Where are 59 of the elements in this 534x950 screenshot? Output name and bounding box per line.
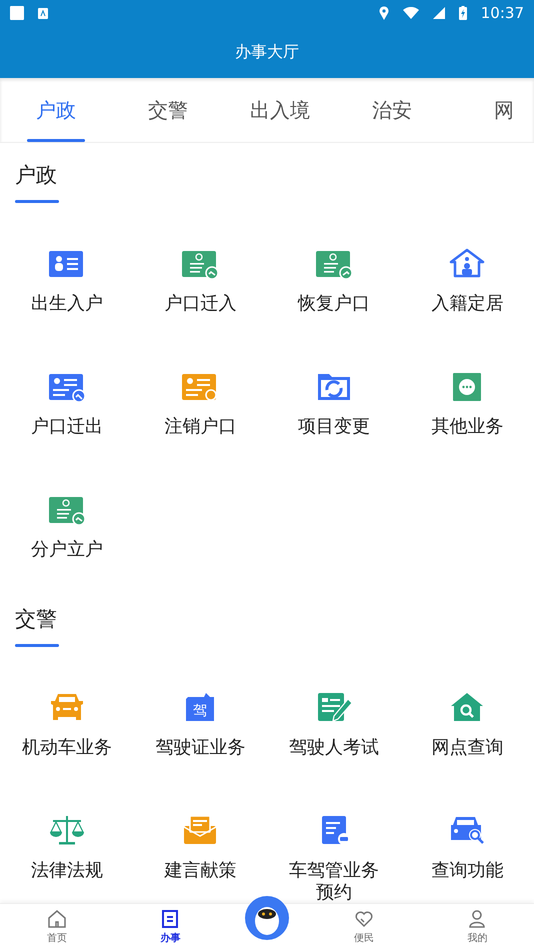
- document-icon: [160, 909, 180, 929]
- service-item[interactable]: 机动车业务: [0, 678, 134, 801]
- service-label: 分户立户: [30, 539, 104, 561]
- house-icon: [447, 247, 488, 279]
- service-label: 入籍定居: [430, 293, 504, 315]
- service-item[interactable]: 户口迁入: [134, 234, 267, 357]
- service-label: 驾驶证业务: [154, 737, 246, 759]
- nav-tab[interactable]: 我的: [420, 904, 534, 950]
- service-label: 驾驶人考试: [288, 737, 380, 759]
- robot-assistant-icon[interactable]: [244, 895, 290, 941]
- home-icon: [46, 909, 67, 929]
- service-label: 恢复户口: [296, 293, 371, 315]
- status-time: 10:37: [480, 4, 524, 22]
- notification-icon: [38, 8, 48, 18]
- category-tab[interactable]: 交警: [112, 78, 224, 142]
- service-item[interactable]: 网点查询: [400, 678, 534, 801]
- nav-tab[interactable]: 办事: [114, 904, 227, 950]
- service-item[interactable]: 建言献策: [134, 801, 267, 903]
- service-label: 建言献策: [163, 860, 238, 882]
- service-item[interactable]: 驾 驾驶证业务: [134, 678, 267, 801]
- category-tab[interactable]: 户政: [0, 78, 112, 142]
- service-item[interactable]: 车驾管业务预约: [267, 801, 400, 903]
- service-item[interactable]: 其他业务: [400, 357, 534, 480]
- service-item[interactable]: 出生入户: [0, 234, 134, 357]
- service-label: 注销户口: [163, 416, 238, 438]
- service-label: 车驾管业务预约: [288, 860, 380, 903]
- service-label: 户口迁出: [30, 416, 104, 438]
- page-title: 办事大厅: [235, 42, 299, 62]
- service-item[interactable]: 查询功能: [400, 801, 534, 903]
- service-label: 查询功能: [430, 860, 504, 882]
- service-label: 网点查询: [430, 737, 504, 759]
- category-tab[interactable]: 出入境: [224, 78, 336, 142]
- notification-icon: [10, 6, 24, 20]
- category-tab[interactable]: 治安: [336, 78, 448, 142]
- service-label: 项目变更: [296, 416, 371, 438]
- signal-icon: [432, 7, 445, 19]
- category-tab[interactable]: 网: [448, 78, 534, 142]
- person-icon: [467, 909, 488, 929]
- nav-tab[interactable]: 便民: [307, 904, 420, 950]
- service-item[interactable]: 项目变更: [267, 357, 400, 480]
- service-label: 出生入户: [30, 293, 104, 315]
- service-item[interactable]: 注销户口: [134, 357, 267, 480]
- location-icon: [378, 6, 389, 20]
- heart-icon: [354, 909, 374, 929]
- service-item[interactable]: 驾驶人考试: [267, 678, 400, 801]
- section-title: 户政: [14, 162, 58, 188]
- service-item[interactable]: 法律法规: [0, 801, 134, 903]
- service-item[interactable]: 户口迁出: [0, 357, 134, 480]
- nav-tab[interactable]: 首页: [0, 904, 114, 950]
- service-label: 机动车业务: [20, 737, 113, 759]
- service-label: 户口迁入: [163, 293, 238, 315]
- service-item[interactable]: 入籍定居: [400, 234, 534, 357]
- section-title: 交警: [14, 606, 58, 632]
- service-item[interactable]: 恢复户口: [267, 234, 400, 357]
- service-item[interactable]: 分户立户: [0, 480, 134, 603]
- wifi-icon: [402, 7, 419, 19]
- battery-icon: [458, 6, 467, 20]
- service-label: 其他业务: [430, 416, 504, 438]
- service-label: 法律法规: [30, 860, 104, 882]
